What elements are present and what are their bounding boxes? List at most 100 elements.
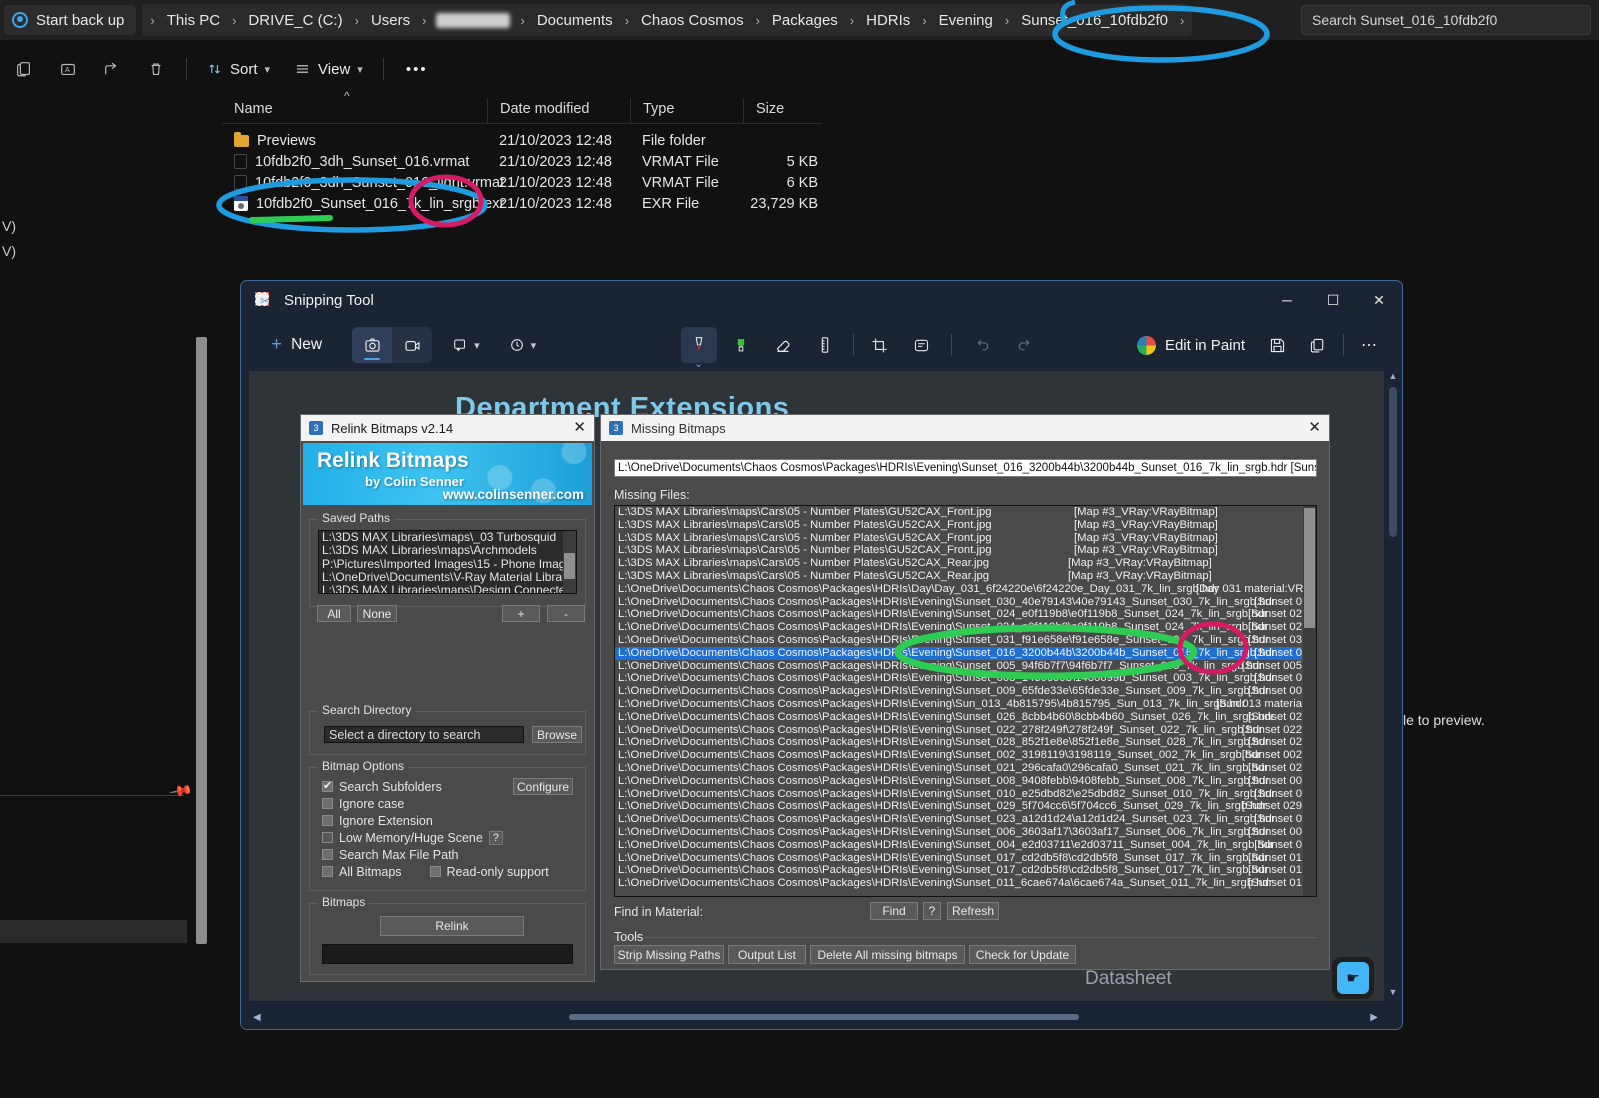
copy-icon[interactable] [1299,327,1335,363]
list-item[interactable]: L:\OneDrive\Documents\Chaos Cosmos\Packa… [615,621,1302,634]
column-header-type[interactable]: Type [630,98,743,123]
scrollbar-thumb[interactable] [196,337,207,944]
table-row[interactable]: 10fdb2f0_Sunset_016_7k_lin_srgb.exr 21/1… [222,193,822,214]
breadcrumb-evening[interactable]: Evening [931,8,1001,33]
delete-icon[interactable] [136,51,176,87]
list-item[interactable]: L:\OneDrive\Documents\Chaos Cosmos\Packa… [615,826,1302,839]
list-item[interactable]: L:\OneDrive\Documents\Chaos Cosmos\Packa… [615,685,1302,698]
list-item[interactable]: L:\OneDrive\Documents\Chaos Cosmos\Packa… [615,864,1302,877]
ignore-extension-checkbox[interactable]: Ignore Extension [322,812,549,829]
view-button[interactable]: View ▾ [284,51,373,87]
sort-button[interactable]: Sort ▾ [197,51,280,87]
search-directory-input[interactable]: Select a directory to search [324,726,524,743]
more-icon[interactable]: ⋯ [1352,327,1388,363]
scroll-down-arrow[interactable]: ▼ [1386,987,1400,1001]
snip-delay-dropdown[interactable]: ▾ [499,327,546,363]
missing-files-list[interactable]: L:\3DS MAX Libraries\maps\Cars\05 - Numb… [614,505,1317,897]
list-item[interactable]: L:\OneDrive\Documents\Chaos Cosmos\Packa… [615,852,1302,865]
list-item[interactable]: L:\3DS MAX Libraries\maps\Cars\05 - Numb… [615,557,1302,570]
list-item[interactable]: L:\OneDrive\Documents\Chaos Cosmos\Packa… [615,660,1302,673]
list-item[interactable]: P:\Pictures\Imported Images\15 - Phone I… [319,557,576,571]
scroll-left-arrow[interactable]: ◀ [249,1012,265,1023]
scrollbar-thumb[interactable] [1389,387,1397,537]
redo-icon[interactable] [1006,327,1042,363]
column-header-name[interactable]: Name ^ [222,89,487,123]
snip-shape-dropdown[interactable]: ▾ [442,327,489,363]
help-button[interactable]: ? [488,830,503,845]
scroll-right-arrow[interactable]: ▶ [1366,1012,1382,1023]
list-item[interactable]: L:\OneDrive\Documents\Chaos Cosmos\Packa… [615,775,1302,788]
scrollbar-thumb[interactable] [569,1014,1079,1020]
close-button[interactable]: ✕ [1356,281,1402,319]
canvas-horizontal-scrollbar[interactable]: ◀ ▶ [249,1009,1384,1025]
current-path-field[interactable]: L:\OneDrive\Documents\Chaos Cosmos\Packa… [614,459,1317,477]
floating-action-button[interactable]: ☛ [1332,957,1374,999]
list-item[interactable]: L:\OneDrive\Documents\Chaos Cosmos\Packa… [615,583,1303,596]
breadcrumb-this-pc[interactable]: This PC [159,8,228,33]
list-item[interactable]: L:\OneDrive\Documents\Chaos Cosmos\Packa… [615,672,1302,685]
breadcrumb-sunset-016[interactable]: Sunset_016_10fdb2f0 [1013,8,1176,33]
camera-icon[interactable] [352,327,393,363]
undo-icon[interactable] [964,327,1000,363]
start-back-up-button[interactable]: Start back up [4,5,137,35]
video-camera-icon[interactable] [392,327,432,363]
breadcrumb-username-redacted[interactable] [436,12,511,28]
strip-missing-paths-button[interactable]: Strip Missing Paths [614,945,724,964]
column-header-size[interactable]: Size [743,98,822,123]
list-item[interactable]: L:\OneDrive\Documents\Chaos Cosmos\Packa… [615,596,1302,609]
list-item[interactable]: L:\3DS MAX Libraries\maps\Cars\05 - Numb… [615,544,1302,557]
pen-icon[interactable] [681,327,717,370]
list-item[interactable]: L:\OneDrive\Documents\Chaos Cosmos\Packa… [615,724,1302,737]
pin-icon[interactable]: 📌 [169,778,195,804]
list-item[interactable]: L:\3DS MAX Libraries\maps\_03 Turbosquid [319,531,576,544]
list-item[interactable]: L:\3DS MAX Libraries\maps\Cars\05 - Numb… [615,570,1302,583]
breadcrumb-drive-c[interactable]: DRIVE_C (C:) [240,8,350,33]
crop-icon[interactable] [861,327,897,363]
close-icon[interactable]: ✕ [1308,418,1321,436]
scrollbar-thumb[interactable] [564,553,575,579]
list-item[interactable]: L:\OneDrive\Documents\Chaos Cosmos\Packa… [615,813,1302,826]
breadcrumb-packages[interactable]: Packages [764,8,846,33]
table-row[interactable]: 10fdb2f0_3dh_Sunset_016_light.vrmat 21/1… [222,172,822,193]
browse-button[interactable]: Browse [532,726,582,743]
scrollbar-thumb[interactable] [1304,508,1315,628]
canvas-vertical-scrollbar[interactable]: ▲ ▼ [1386,371,1400,1001]
share-icon[interactable] [92,51,132,87]
ruler-icon[interactable] [807,327,843,363]
list-item[interactable]: L:\OneDrive\Documents\Chaos Cosmos\Packa… [615,749,1302,762]
list-item-selected[interactable]: L:\OneDrive\Documents\Chaos Cosmos\Packa… [615,646,1302,660]
list-item[interactable]: L:\OneDrive\Documents\Chaos Cosmos\Packa… [615,877,1302,890]
listbox-scrollbar[interactable] [563,531,576,593]
check-for-update-button[interactable]: Check for Update [969,945,1076,964]
column-header-date[interactable]: Date modified [487,98,630,123]
list-item[interactable]: L:\OneDrive\Documents\Chaos Cosmos\Packa… [615,762,1302,775]
add-path-button[interactable]: + [502,605,540,622]
table-row[interactable]: 10fdb2f0_3dh_Sunset_016.vrmat 21/10/2023… [222,151,822,172]
list-item[interactable]: L:\OneDrive\Documents\Chaos Cosmos\Packa… [615,839,1302,852]
scroll-up-arrow[interactable]: ▲ [1386,371,1400,385]
list-item[interactable]: L:\OneDrive\Documents\Chaos Cosmos\Packa… [615,711,1302,724]
maximize-button[interactable]: ☐ [1310,281,1356,319]
search-input[interactable]: Search Sunset_016_10fdb2f0 [1301,5,1591,35]
eraser-icon[interactable] [765,327,801,363]
remove-path-button[interactable]: - [547,605,585,622]
close-icon[interactable]: ✕ [573,418,586,436]
new-snip-button[interactable]: + New [255,327,338,363]
list-item[interactable]: L:\OneDrive\Documents\Chaos Cosmos\Packa… [615,608,1302,621]
list-item[interactable]: L:\OneDrive\Documents\Chaos Cosmos\Packa… [615,736,1302,749]
breadcrumb-users[interactable]: Users [363,8,418,33]
list-item[interactable]: L:\OneDrive\Documents\Chaos Cosmos\Packa… [615,800,1302,813]
list-item[interactable]: L:\OneDrive\Documents\Chaos Cosmos\Packa… [615,634,1302,647]
list-item[interactable]: L:\OneDrive\Documents\Chaos Cosmos\Packa… [615,788,1302,801]
all-bitmaps-checkbox[interactable]: All Bitmaps Read-only support [322,863,549,880]
list-item[interactable]: L:\3DS MAX Libraries\maps\Cars\05 - Numb… [615,506,1302,519]
relink-button[interactable]: Relink [380,916,524,936]
list-item[interactable]: L:\OneDrive\Documents\Chaos Cosmos\Packa… [615,698,1302,711]
list-item[interactable]: L:\OneDrive\Documents\V-Ray Material Lib… [319,570,576,584]
find-help-button[interactable]: ? [923,902,941,920]
select-none-button[interactable]: None [357,605,397,622]
breadcrumb-chaos-cosmos[interactable]: Chaos Cosmos [633,8,752,33]
highlighter-icon[interactable] [723,327,759,363]
list-item[interactable]: L:\3DS MAX Libraries\maps\Cars\05 - Numb… [615,532,1302,545]
save-icon[interactable] [1259,327,1295,363]
